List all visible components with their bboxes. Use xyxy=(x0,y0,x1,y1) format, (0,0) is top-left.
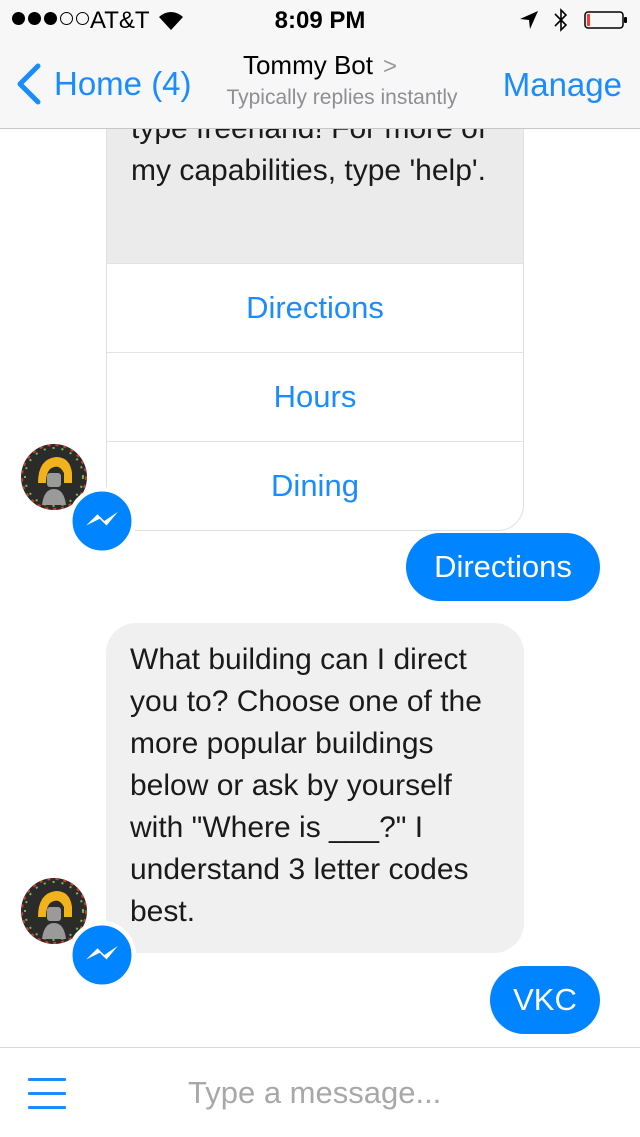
bot-avatar[interactable] xyxy=(20,443,136,555)
status-bar: AT&T 8:09 PM xyxy=(0,0,640,40)
card-message-text: type freehand! For more of my capabiliti… xyxy=(107,129,523,263)
nav-bar: Home (4) Tommy Bot > Typically replies in… xyxy=(0,40,640,129)
card-button-dining[interactable]: Dining xyxy=(107,441,523,530)
title-chevron-icon: > xyxy=(383,53,398,80)
user-message-directions[interactable]: Directions xyxy=(406,533,600,601)
menu-hamburger-icon[interactable] xyxy=(28,1078,66,1109)
battery-icon xyxy=(584,11,627,29)
bot-message-directions-prompt[interactable]: What building can I direct you to? Choos… xyxy=(106,623,524,953)
messenger-badge-icon xyxy=(68,921,136,989)
quick-reply-card: type freehand! For more of my capabiliti… xyxy=(106,129,524,531)
message-input[interactable] xyxy=(188,1068,608,1118)
messenger-badge-icon xyxy=(68,487,136,555)
clock: 8:09 PM xyxy=(274,7,366,34)
card-button-hours[interactable]: Hours xyxy=(107,352,523,441)
title-text: Tommy Bot xyxy=(242,50,373,80)
bluetooth-icon xyxy=(554,8,568,32)
card-button-directions[interactable]: Directions xyxy=(107,263,523,352)
location-arrow-icon xyxy=(520,11,538,29)
message-composer xyxy=(0,1047,640,1137)
bot-avatar[interactable] xyxy=(20,877,136,989)
chat-thread[interactable]: type freehand! For more of my capabiliti… xyxy=(0,129,640,1047)
manage-button[interactable]: Manage xyxy=(503,66,622,104)
user-message-vkc[interactable]: VKC xyxy=(490,966,600,1034)
